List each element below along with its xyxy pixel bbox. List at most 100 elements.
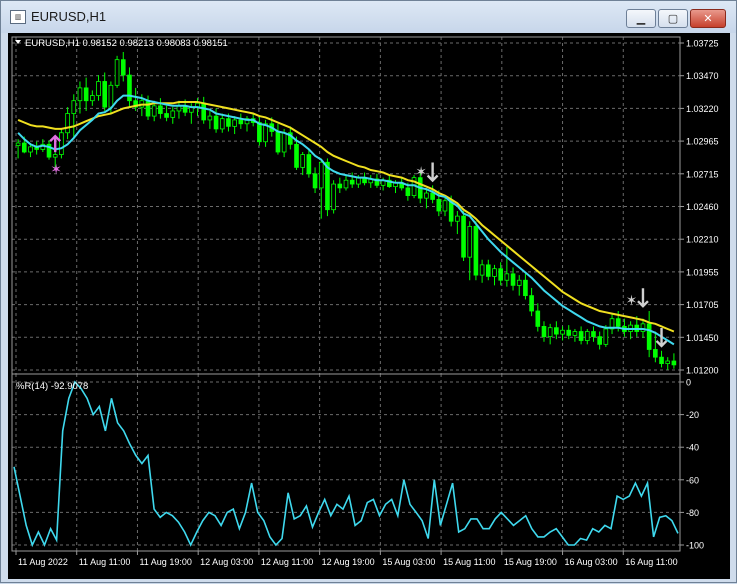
close-icon: ✕ xyxy=(703,12,713,25)
candle-bear xyxy=(226,118,231,127)
main-y-tick-label: 1.02210 xyxy=(686,235,719,245)
maximize-button[interactable]: ▢ xyxy=(658,9,688,28)
ma-slow-line xyxy=(17,101,675,333)
candle-bull xyxy=(665,360,671,364)
candle-bull xyxy=(318,161,324,189)
main-header-text: EURUSD,H1 0.98152 0.98213 0.98083 0.9815… xyxy=(25,38,228,49)
candle-bear xyxy=(510,273,516,286)
candle-bull xyxy=(516,279,522,286)
candle-bear xyxy=(535,310,541,327)
time-tick-label: 15 Aug 03:00 xyxy=(382,557,435,567)
window-title: EURUSD,H1 xyxy=(31,9,107,24)
candle-bear xyxy=(473,225,479,276)
candle-bear xyxy=(306,154,312,175)
candle-bear xyxy=(349,179,355,185)
candle-bull xyxy=(467,225,473,258)
candle-bear xyxy=(646,323,652,350)
main-y-tick-label: 1.02715 xyxy=(686,169,719,179)
candle-bear xyxy=(578,331,584,341)
candle-bear xyxy=(213,115,219,130)
time-tick-label: 15 Aug 11:00 xyxy=(443,557,495,567)
candle-bear xyxy=(257,122,262,143)
candle-bear xyxy=(294,143,299,168)
arrow-up-icon xyxy=(49,134,62,153)
candle-bear xyxy=(102,81,108,108)
indicator-y-tick-label: 0 xyxy=(686,378,691,388)
candle-bear xyxy=(120,59,126,76)
candle-bull xyxy=(479,264,485,276)
candle-bear xyxy=(436,199,442,212)
candle-bear xyxy=(566,329,572,336)
indicator-y-tick-label: -40 xyxy=(686,443,699,453)
candle-bull xyxy=(59,132,64,155)
time-tick-label: 11 Aug 2022 xyxy=(18,557,68,567)
candle-bull xyxy=(343,179,349,189)
indicator-y-tick-label: -20 xyxy=(686,410,699,420)
candle-bear xyxy=(653,349,658,358)
candle-bull xyxy=(504,273,510,281)
main-y-axis: 1.03725 1.03470 1.03220 1.02965 1.02715 1.024… xyxy=(680,39,719,376)
candle-bull xyxy=(300,154,306,168)
indicator-header-text: %R(14) -92.9078 xyxy=(16,381,88,392)
star-down-icon: ✶ xyxy=(626,292,638,308)
candle-bear xyxy=(659,356,664,364)
indicator-y-tick-label: -100 xyxy=(686,541,704,551)
main-y-tick-label: 1.03220 xyxy=(686,104,719,114)
candle-bear xyxy=(145,100,151,117)
candle-bear xyxy=(498,268,503,281)
candle-bull xyxy=(560,329,565,335)
candle-bull xyxy=(547,327,553,338)
close-button[interactable]: ✕ xyxy=(690,9,726,28)
candle-bull xyxy=(331,183,336,211)
candle-bear xyxy=(597,336,602,345)
candle-bull xyxy=(52,154,58,158)
arrow-down-icon xyxy=(655,327,668,348)
chart-area[interactable]: ✶ ✶ ✶ EURUSD,H1 0.98152 0.98213 0.98083 0.… xyxy=(8,33,730,579)
candle-bull xyxy=(77,87,83,102)
candle-bear xyxy=(485,264,491,277)
minimize-icon: ▁ xyxy=(636,12,646,25)
candle-bull xyxy=(442,200,448,212)
candle-bear xyxy=(591,331,596,338)
candle-bear xyxy=(21,142,27,153)
candle-bull xyxy=(15,142,21,146)
candles-layer xyxy=(15,51,677,370)
main-y-tick-label: 1.03725 xyxy=(686,39,719,49)
maximize-icon: ▢ xyxy=(667,12,679,25)
ma-fast-line xyxy=(17,94,675,346)
candle-bear xyxy=(337,183,343,189)
main-y-tick-label: 1.02965 xyxy=(686,137,719,147)
candle-bull xyxy=(603,328,609,345)
candle-bear xyxy=(275,131,281,153)
main-y-tick-label: 1.02460 xyxy=(686,202,719,212)
chart-window: ▥ EURUSD,H1 ▁ ▢ ✕ ✶ ✶ ✶ EURUSD,H1 0.98152 … xyxy=(0,0,737,583)
candle-bull xyxy=(424,192,429,199)
chart-window-icon: ▥ xyxy=(10,10,26,24)
time-axis: 11 Aug 2022 11 Aug 11:00 11 Aug 19:00 12 Au… xyxy=(15,551,678,567)
candle-bear xyxy=(671,360,677,366)
arrow-down-icon xyxy=(426,162,439,183)
indicator-y-tick-label: -80 xyxy=(686,508,699,518)
time-tick-label: 12 Aug 03:00 xyxy=(200,557,253,567)
candle-bear xyxy=(164,113,169,118)
candle-bull xyxy=(170,110,176,118)
chart-svg[interactable]: ✶ ✶ ✶ EURUSD,H1 0.98152 0.98213 0.98083 0.… xyxy=(8,33,730,579)
candle-bull xyxy=(151,105,157,117)
star-up-icon: ✶ xyxy=(50,161,62,177)
wpr-line xyxy=(13,380,679,548)
candle-bear xyxy=(312,173,318,189)
time-tick-label: 12 Aug 19:00 xyxy=(322,557,375,567)
candle-bull xyxy=(492,268,497,277)
main-y-tick-label: 1.03470 xyxy=(686,71,719,81)
title-bar[interactable]: ▥ EURUSD,H1 ▁ ▢ ✕ xyxy=(1,1,736,33)
candle-bear xyxy=(523,279,528,297)
candle-bull xyxy=(71,100,77,114)
candle-bull xyxy=(90,95,95,102)
candle-bull xyxy=(219,118,225,130)
candle-bull xyxy=(572,331,578,336)
time-tick-label: 11 Aug 19:00 xyxy=(139,557,191,567)
time-tick-label: 16 Aug 11:00 xyxy=(625,557,677,567)
candle-bull xyxy=(28,146,33,153)
minimize-button[interactable]: ▁ xyxy=(626,9,656,28)
candle-bear xyxy=(201,102,207,121)
